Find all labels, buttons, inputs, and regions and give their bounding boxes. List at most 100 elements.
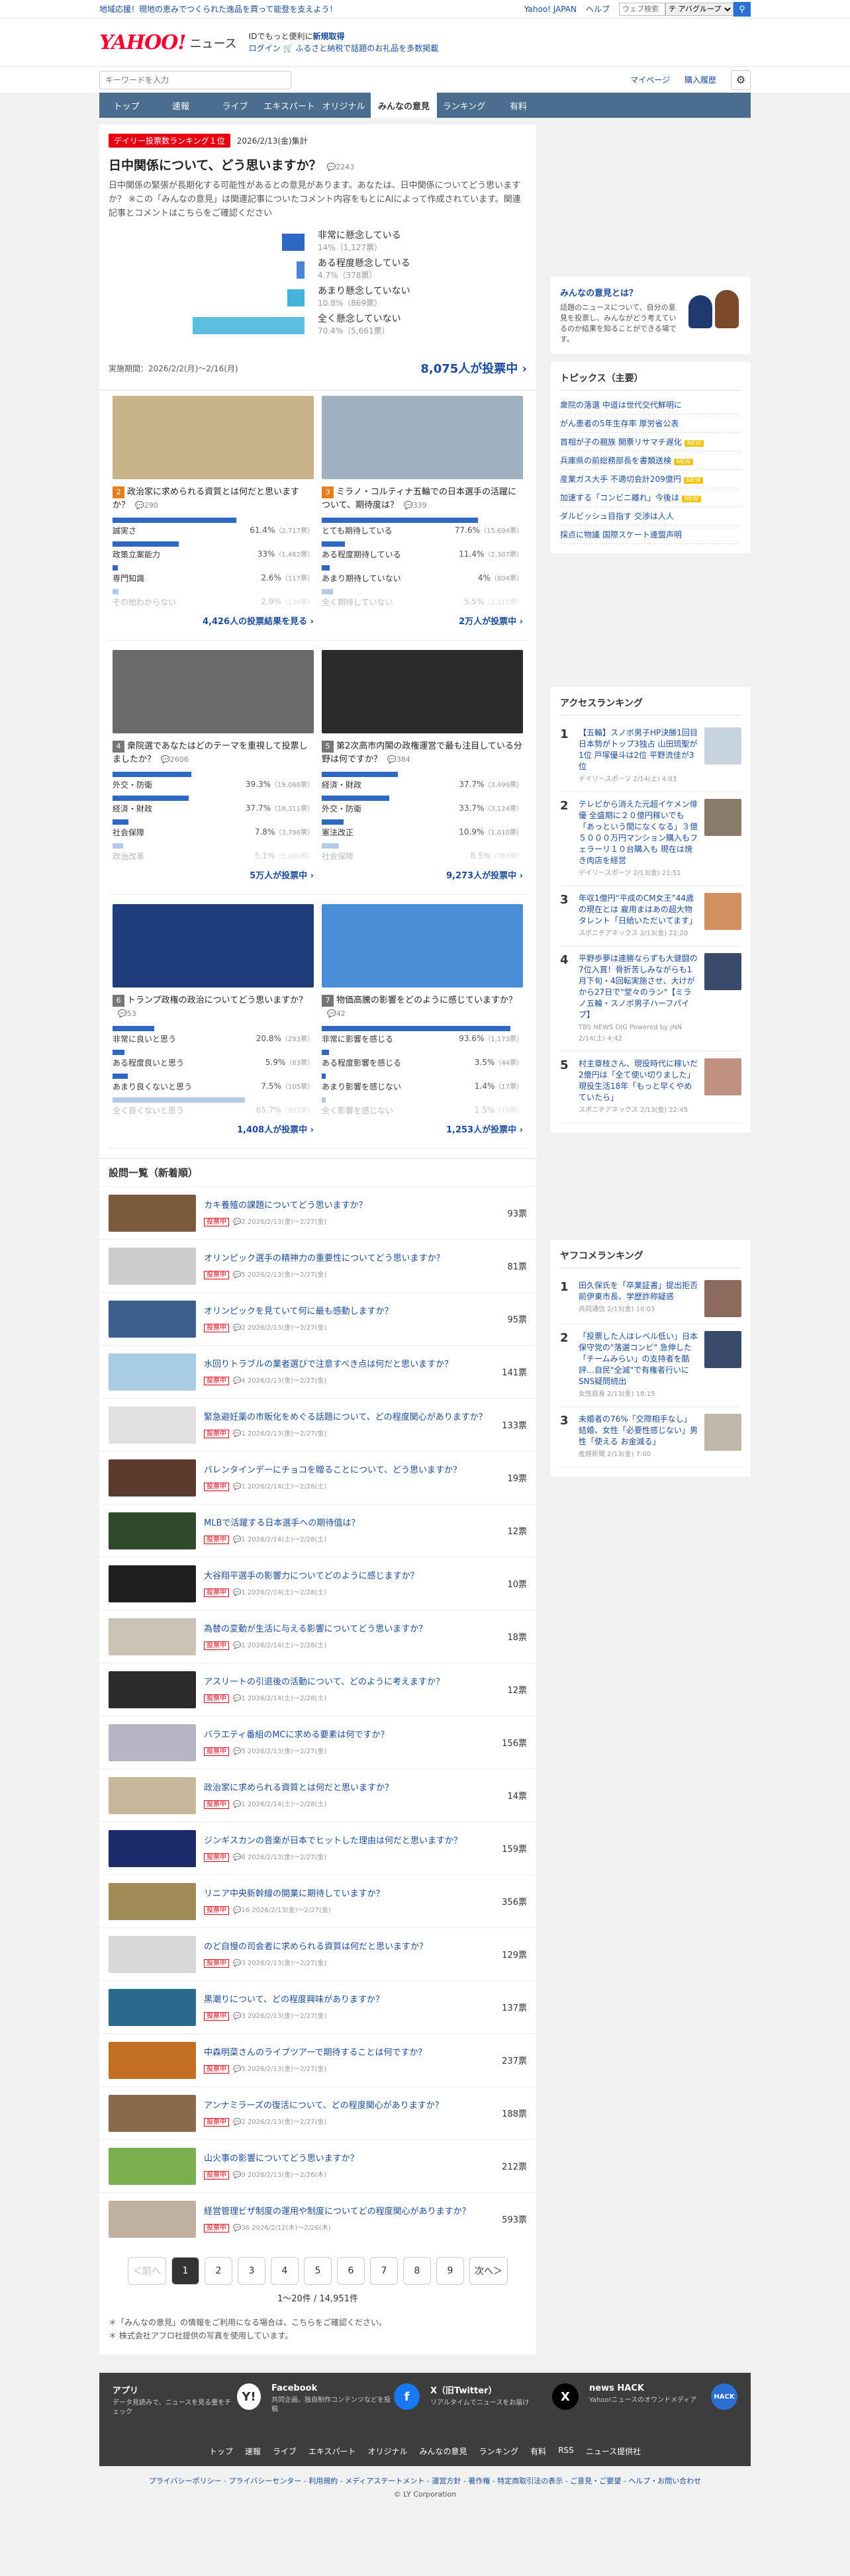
ranking-item[interactable]: 5 村主章枝さん、現役時代に稼いだ2億円は「全て使い切りました」 現役生活18年「… [560,1052,741,1123]
list-title-link[interactable]: バレンタインデーにチョコを贈ることについて、どう思いますか？ [204,1465,487,1477]
poll-thumbnail[interactable] [113,396,314,479]
topic-link[interactable]: 衆院の落選 中道は世代交代鮮明に [560,396,741,414]
poll-more-link[interactable]: 9,273人が投票中 › [322,868,523,881]
page-button[interactable]: 3 [238,2257,265,2285]
topic-link[interactable]: 首相が子の親族 開票リサマチ遅化 NEW [560,433,741,451]
poll-thumbnail[interactable] [113,650,314,733]
list-item[interactable]: 政治家に求められる資質とは何だと思いますか？ 投票中 💬1 2026/2/14(土)… [99,1769,536,1821]
list-item[interactable]: 大谷翔平選手の影響力についてどのように感じますか？ 投票中 💬1 2026/2/14… [99,1557,536,1610]
page-button[interactable]: 6 [337,2257,365,2285]
list-item[interactable]: 緊急避妊薬の市販化をめぐる話題について、どの程度関心がありますか？ 投票中 💬1 2… [99,1398,536,1451]
poll-thumbnail[interactable] [322,396,523,479]
list-title-link[interactable]: 経営管理ビザ制度の運用や制度についてどの程度関心がありますか？ [204,2206,487,2218]
footer-newshack[interactable]: news HACK Yahoo!ニュースのオウンドメディア HACK [589,2383,737,2435]
tab-original[interactable]: オリジナル [316,93,371,118]
ranking-title[interactable]: テレビから消えた元超イケメン俳優 全盛期に２０億円稼いでも「あっという間になくな… [579,799,698,879]
page-button[interactable]: 2 [205,2257,232,2285]
footer-link[interactable]: オリジナル [368,2446,408,2457]
topic-link[interactable]: 産業ガス大手 不適切会計209億円 NEW [560,470,741,488]
ranking-item[interactable]: 2 テレビから消えた元超イケメン俳優 全盛期に２０億円稼いでも「あっという間になく… [560,792,741,886]
list-title-link[interactable]: MLBで活躍する日本選手への期待值は？ [204,1518,487,1530]
list-item[interactable]: 中森明菜さんのライブツアーで期待することは何ですか？ 投票中 💬5 2026/2/1… [99,2033,536,2086]
list-item[interactable]: バラエティ番組のMCに求める要素は何ですか？ 投票中 💬5 2026/2/13(金)… [99,1716,536,1769]
promo-link[interactable]: 地域応援！現地の恵みでつくられた逸品を買って能登を支えよう！ [99,3,337,15]
poll-more-link[interactable]: 4,426人の投票結果を見る › [113,614,314,627]
list-title-link[interactable]: 大谷翔平選手の影響力についてどのように感じますか？ [204,1571,487,1583]
ranking-item[interactable]: 3 未婚者の76%「交際相手なし」結婚、女性「必要性感じない」男性「使える お金減… [560,1407,741,1467]
list-title-link[interactable]: カキ養殖の課題についてどう思いますか？ [204,1200,487,1212]
tab-live[interactable]: ライブ [208,93,262,118]
furusato-link[interactable]: ふるさと納税で話題のお礼品を多数掲載 [295,44,438,53]
footer-link[interactable]: ランキング [479,2446,519,2457]
footer-app[interactable]: アプリ データ見読みで、ニュースを見る量をチェック Y! [113,2383,261,2435]
list-title-link[interactable]: 為替の変動が生活に与える影響についてどう思いますか？ [204,1624,487,1635]
footer-link[interactable]: RSS [558,2446,574,2457]
tab-breaking[interactable]: 速報 [154,93,208,118]
yahoo-logo[interactable]: YAHOO! ニュース [99,31,237,54]
poll-card-title[interactable]: 6 トランプ政権の政治についてどう思いますか？💬53 [113,994,314,1021]
poll-thumbnail[interactable] [322,904,523,988]
ranking-title[interactable]: 平野歩夢は連勝ならずも大健闘の7位入賞！骨折苦しみながらも1月下旬・4回転実施さ… [579,953,698,1044]
ranking-title[interactable]: 【五輪】スノボ男子HP決勝1回目日本勢がトップ3独占 山田琉聖が1位 戸塚優斗は… [579,727,698,785]
poll-more-link[interactable]: 2万人が投票中 › [322,614,523,627]
list-item[interactable]: バレンタインデーにチョコを贈ることについて、どう思いますか？ 投票中 💬1 2026… [99,1451,536,1504]
history-link[interactable]: 購入履歴 [685,74,716,85]
topic-link[interactable]: 加速する「コンビニ離れ」今後は NEW [560,488,741,507]
ranking-title[interactable]: 田久保氏を「卒業証書」提出拒否 前伊東市長、学歴詐称疑惑 共同通信 2/13(金)… [579,1280,698,1317]
list-title-link[interactable]: 黒潮りについて、どの程度興味がありますか？ [204,1994,487,2006]
tab-expert[interactable]: エキスパート [262,93,316,118]
list-title-link[interactable]: アンナミラーズの復活について、どの程度関心がありますか？ [204,2100,487,2112]
topic-link[interactable]: ダルビッシュ目指す 交渉は人人 [560,507,741,526]
page-button[interactable]: 8 [403,2257,431,2285]
tab-paid[interactable]: 有料 [491,93,545,118]
page-button[interactable]: 5 [304,2257,332,2285]
legal-links[interactable]: プライバシーポリシー - プライバシーセンター - 利用規約 - メディアステー… [0,2475,850,2486]
help-link[interactable]: ヘルプ [586,3,610,15]
topic-link[interactable]: 採点に物議 国際スケート連盟声明 [560,526,741,544]
list-title-link[interactable]: 山火事の影響についてどう思いますか？ [204,2153,487,2165]
signup-link[interactable]: 新規取得 [312,32,344,41]
footer-link[interactable]: エキスパート [308,2446,356,2457]
list-item[interactable]: 黒潮りについて、どの程度興味がありますか？ 投票中 💬3 2026/2/13(金)〜… [99,1980,536,2033]
ranking-item[interactable]: 2 「投票した人はレベル低い」日本保守党の"落選コンビ" 急伸した「チームみらい」… [560,1324,741,1407]
list-item[interactable]: 山火事の影響についてどう思いますか？ 投票中 💬9 2026/2/13(金)〜2/2… [99,2139,536,2192]
list-item[interactable]: アスリートの引退後の活動について、どのように考えますか？ 投票中 💬1 2026/2… [99,1663,536,1716]
ranking-title[interactable]: 未婚者の76%「交際相手なし」結婚、女性「必要性感じない」男性「使える お金減る… [579,1414,698,1460]
prev-button[interactable]: ＜前へ [128,2257,166,2285]
about-title[interactable]: みんなの意見とは？ [560,286,682,299]
gear-icon[interactable]: ⚙ [731,69,751,90]
list-item[interactable]: リニア中央新幹線の開業に期待していますか？ 投票中 💬16 2026/2/13(金)… [99,1874,536,1927]
list-item[interactable]: オリンピック選手の精神力の重要性についてどう思いますか？ 投票中 💬5 2026/2… [99,1239,536,1292]
ranking-item[interactable]: 1 田久保氏を「卒業証書」提出拒否 前伊東市長、学歴詐称疑惑 共同通信 2/13(金… [560,1273,741,1324]
list-title-link[interactable]: アスリートの引退後の活動について、どのように考えますか？ [204,1677,487,1688]
list-title-link[interactable]: オリンピックを見ていて何に最も感動しますか？ [204,1306,487,1318]
list-item[interactable]: MLBで活躍する日本選手への期待值は？ 投票中 💬1 2026/2/14(土)〜2/… [99,1504,536,1557]
ranking-item[interactable]: 3 年収1億円“平成のCM女王”44歳の現在とは 雇用まはあの超大物タレント「日給… [560,886,741,946]
poll-card-title[interactable]: 2 政治家に求められる資質とは何だと思いますか？ 💬290 [113,486,314,512]
ranking-title[interactable]: 村主章枝さん、現役時代に稼いだ2億円は「全て使い切りました」 現役生活18年「も… [579,1058,698,1116]
footer-link[interactable]: ニュース提供社 [586,2446,641,2457]
list-title-link[interactable]: リニア中央新幹線の開業に期待していますか？ [204,1888,487,1900]
poll-card-title[interactable]: 4 衆院選であなたはどのテーマを重視して投票しましたか？ 💬2606 [113,740,314,766]
ranking-item[interactable]: 4 平野歩夢は連勝ならずも大健闘の7位入賞！骨折苦しみながらも1月下旬・4回転実施… [560,946,741,1052]
footer-link[interactable]: 有料 [530,2446,546,2457]
poll-thumbnail[interactable] [113,904,314,988]
list-title-link[interactable]: 政治家に求められる資質とは何だと思いますか？ [204,1782,487,1794]
poll-more-link[interactable]: 5万人が投票中 › [113,868,314,881]
search-icon[interactable]: ⚲ [733,1,751,17]
list-item[interactable]: 為替の変動が生活に与える影響についてどう思いますか？ 投票中 💬1 2026/2/1… [99,1610,536,1663]
list-item[interactable]: アンナミラーズの復活について、どの程度関心がありますか？ 投票中 💬2 2026/2… [99,2086,536,2139]
footer-facebook[interactable]: Facebook 共同企画、独自制作コンテンツなどを投稿 f [271,2383,420,2435]
ranking-item[interactable]: 1 【五輪】スノボ男子HP決勝1回目日本勢がトップ3独占 山田琉聖が1位 戸塚優斗… [560,721,741,792]
poll-title[interactable]: 日中関係について、どう思いますか？ 💬2243 [109,156,527,173]
list-title-link[interactable]: バラエティ番組のMCに求める要素は何ですか？ [204,1729,487,1741]
poll-more-link[interactable]: 1,408人が投票中 › [113,1123,314,1135]
page-button[interactable]: 1 [171,2257,199,2285]
keyword-input[interactable] [99,70,291,89]
login-link[interactable]: ログイン [249,44,281,53]
topic-link[interactable]: 兵庫県の前総務部長を書類送検 NEW [560,451,741,470]
page-button[interactable]: 9 [436,2257,464,2285]
poll-thumbnail[interactable] [322,650,523,733]
mypage-link[interactable]: マイページ [630,74,670,85]
list-item[interactable]: のど自慢の司会者に求められる資質は何だと思いますか？ 投票中 💬3 2026/2/1… [99,1927,536,1980]
